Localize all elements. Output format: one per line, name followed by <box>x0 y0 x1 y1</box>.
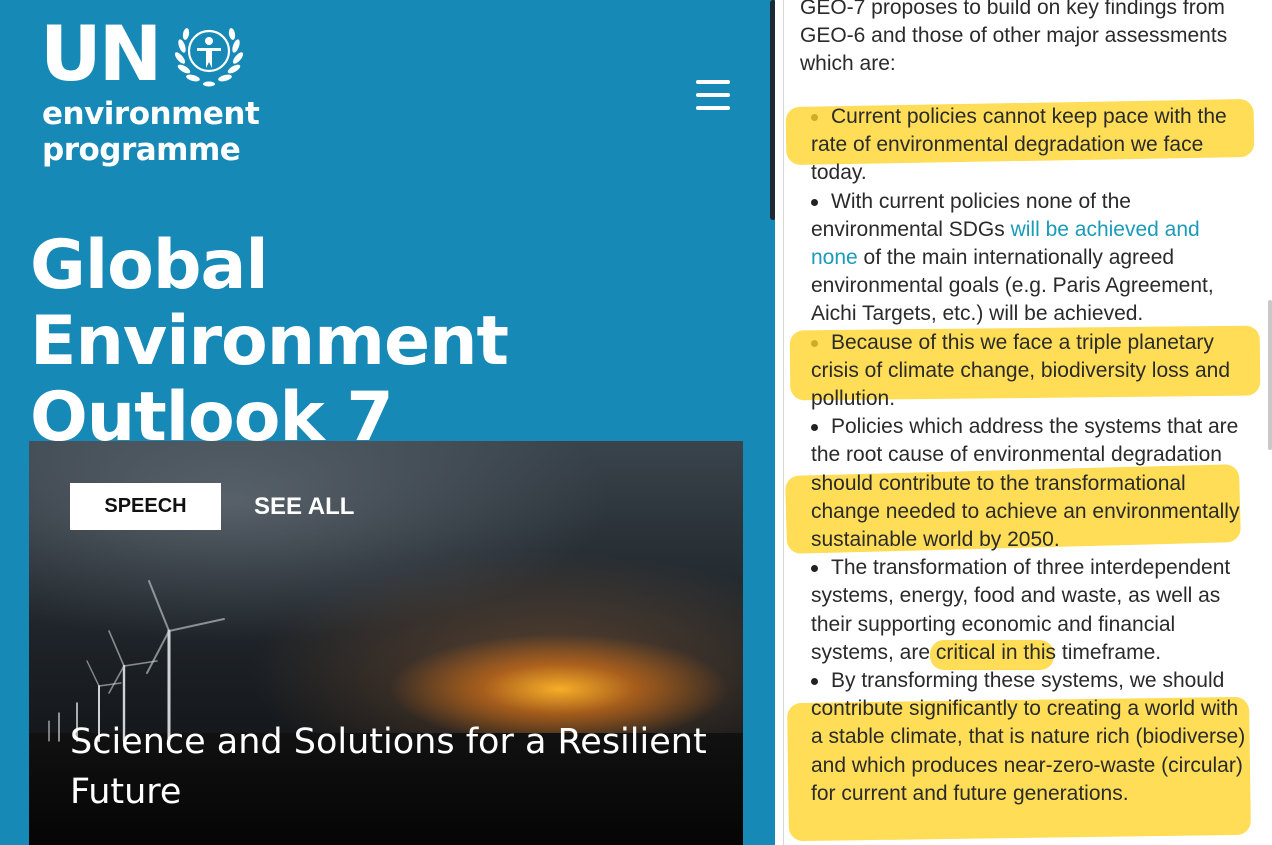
article-scrollbar[interactable] <box>1268 300 1272 450</box>
finding-text-1: Current policies cannot keep pace with t… <box>811 105 1227 185</box>
finding-item-4: Policies which address the systems that … <box>811 413 1251 554</box>
logo-programme-name: environment programme <box>42 96 282 168</box>
finding-item-1: Current policies cannot keep pace with t… <box>811 103 1251 188</box>
article-pane: GEO-7 proposes to build on key findings … <box>783 0 1272 845</box>
unep-site-pane: UN environment programme Global Environm… <box>0 0 775 845</box>
logo-line-environment: environment <box>42 96 260 132</box>
finding-text-5: The transformation of three interdepende… <box>811 556 1231 664</box>
finding-2-text-after: of the main internationally agreed envir… <box>811 246 1214 326</box>
finding-text-2: With current policies none of the enviro… <box>811 188 1251 329</box>
hero-card[interactable]: SPEECH SEE ALL Science and Solutions for… <box>29 441 743 845</box>
hero-headline[interactable]: Science and Solutions for a Resilient Fu… <box>70 717 730 817</box>
intro-line-1: GEO-7 proposes to build on key findings … <box>800 0 1225 19</box>
finding-item-6: By transforming these systems, we should… <box>811 667 1251 808</box>
article-intro: GEO-7 proposes to build on key findings … <box>800 0 1240 78</box>
hero-headline-line-2: Future <box>70 772 182 812</box>
finding-text-3: Because of this we face a triple planeta… <box>811 330 1231 411</box>
finding-item-5: The transformation of three interdepende… <box>811 554 1251 667</box>
page-title: Global Environment Outlook 7 <box>30 228 750 456</box>
split-view-divider-handle[interactable] <box>770 0 775 220</box>
un-laurel-emblem-icon <box>174 28 244 87</box>
findings-list: Current policies cannot keep pace with t… <box>811 103 1251 808</box>
finding-item-2: With current policies none of the enviro… <box>811 188 1251 329</box>
speech-tag-button[interactable]: SPEECH <box>70 483 221 530</box>
see-all-link[interactable]: SEE ALL <box>254 493 354 521</box>
hero-headline-line-1: Science and Solutions for a Resilient <box>70 722 707 762</box>
finding-text-4: Policies which address the systems that … <box>811 415 1240 552</box>
finding-item-3: Because of this we face a triple planeta… <box>811 329 1251 414</box>
finding-text-6: By transforming these systems, we should… <box>811 669 1246 805</box>
logo-line-programme: programme <box>42 132 241 168</box>
intro-line-3: which are: <box>800 52 896 75</box>
page-title-line-1: Global Environment <box>30 226 509 381</box>
intro-line-2: GEO-6 and those of other major assessmen… <box>800 24 1228 47</box>
logo-un-wordmark: UN <box>40 9 162 98</box>
hamburger-menu-icon[interactable] <box>694 78 734 112</box>
